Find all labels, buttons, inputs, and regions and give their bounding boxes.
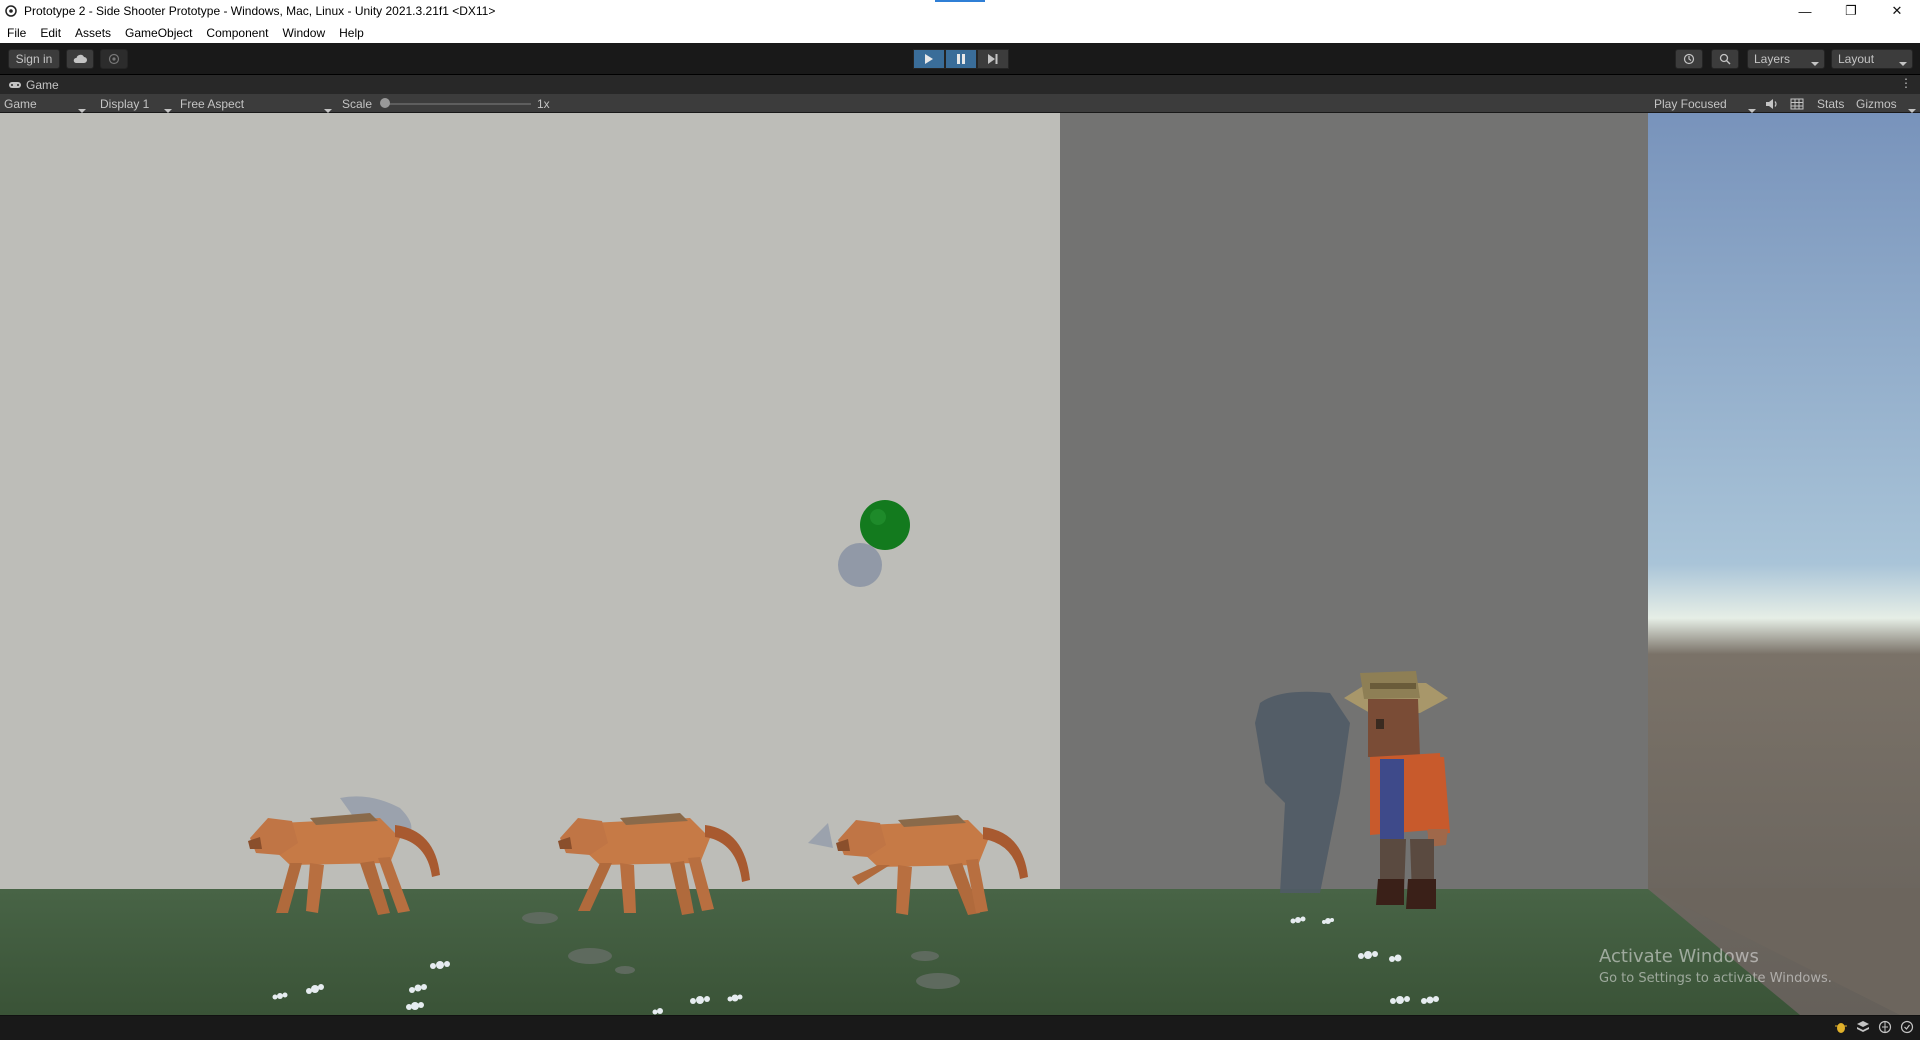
play-focused-label: Play Focused [1654,96,1727,111]
layers-dropdown[interactable]: Layers [1747,49,1825,69]
menu-help[interactable]: Help [332,26,371,40]
search-icon [1719,53,1731,65]
history-button[interactable] [1675,49,1703,69]
menu-file[interactable]: File [0,26,33,40]
gamepad-icon [9,81,21,88]
chevron-down-icon [1899,55,1907,69]
step-icon [988,54,998,64]
aspect-label: Free Aspect [180,96,245,111]
check-circle-icon[interactable] [1900,1020,1914,1034]
play-icon [925,54,933,64]
game-viewport[interactable]: Activate Windows Go to Settings to activ… [0,113,1920,1015]
tab-bar: Game ⋮ [0,75,1920,94]
projectile-ball [860,500,910,550]
scale-label: Scale [342,96,373,111]
layout-label: Layout [1838,52,1875,66]
game-scene [0,113,1920,1015]
grid-button[interactable] [1790,94,1804,113]
tab-game[interactable]: Game [0,78,59,92]
more-options-icon[interactable]: ⋮ [1900,76,1912,90]
close-button[interactable]: ✕ [1874,0,1920,22]
watermark-subtitle: Go to Settings to activate Windows. [1599,971,1832,986]
chevron-down-icon [1811,55,1819,69]
menu-edit[interactable]: Edit [33,26,68,40]
game-view-toolbar: Game Display 1 Free Aspect Scale 1x Play… [0,94,1920,113]
cloud-button[interactable] [66,49,94,69]
grid-icon [1790,98,1804,109]
projectile-shadow [838,543,882,587]
stats-button[interactable]: Stats [1817,94,1844,113]
display-label: Display 1 [100,96,150,111]
unity-icon [4,4,18,18]
mute-audio-button[interactable] [1765,94,1779,113]
light-wall [0,113,1060,893]
scale-slider-handle[interactable] [380,98,390,108]
taskbar-indicator [935,0,985,2]
maximize-button[interactable]: ❐ [1828,0,1874,22]
menu-component[interactable]: Component [199,26,275,40]
menu-window[interactable]: Window [275,26,332,40]
menu-gameobject[interactable]: GameObject [118,26,199,40]
collab-button[interactable] [100,49,128,69]
playback-controls [913,49,1009,69]
scale-slider-track[interactable] [385,103,531,105]
window-title-bar: Prototype 2 - Side Shooter Prototype - W… [0,0,1920,22]
status-bar [0,1015,1920,1040]
speaker-icon [1766,98,1777,109]
minimize-button[interactable]: — [1782,0,1828,22]
sky-background [1648,113,1920,1015]
cloud-icon [73,54,87,63]
view-mode-label: Game [4,96,37,111]
gizmos-label: Gizmos [1856,96,1897,111]
pause-icon [957,54,965,64]
menu-assets[interactable]: Assets [68,26,118,40]
layers-stack-icon[interactable] [1856,1020,1870,1034]
watermark-title: Activate Windows [1599,946,1759,967]
aspect-dropdown[interactable]: Free Aspect [180,94,334,113]
tab-game-label: Game [26,77,59,92]
window-title: Prototype 2 - Side Shooter Prototype - W… [24,4,496,18]
globe-icon[interactable] [1878,1020,1892,1034]
play-button[interactable] [913,49,945,69]
play-focused-dropdown[interactable]: Play Focused [1654,94,1758,113]
projectile-highlight [870,509,886,525]
menu-bar: File Edit Assets GameObject Component Wi… [0,22,1920,43]
activate-windows-watermark: Activate Windows Go to Settings to activ… [1599,946,1832,986]
display-dropdown[interactable]: Display 1 [100,94,172,113]
layout-dropdown[interactable]: Layout [1831,49,1913,69]
dark-wall [1060,113,1648,893]
gizmos-dropdown[interactable]: Gizmos [1856,94,1916,113]
pause-button[interactable] [945,49,977,69]
search-button[interactable] [1711,49,1739,69]
sign-in-button[interactable]: Sign in [8,49,60,69]
history-icon [1683,53,1695,65]
scale-value: 1x [537,96,550,111]
view-mode-dropdown[interactable]: Game [4,94,88,113]
main-toolbar: Sign in Layers Layout [0,43,1920,75]
layers-label: Layers [1754,52,1791,66]
bug-icon[interactable] [1834,1020,1848,1034]
step-button[interactable] [977,49,1009,69]
collab-icon [108,53,120,65]
